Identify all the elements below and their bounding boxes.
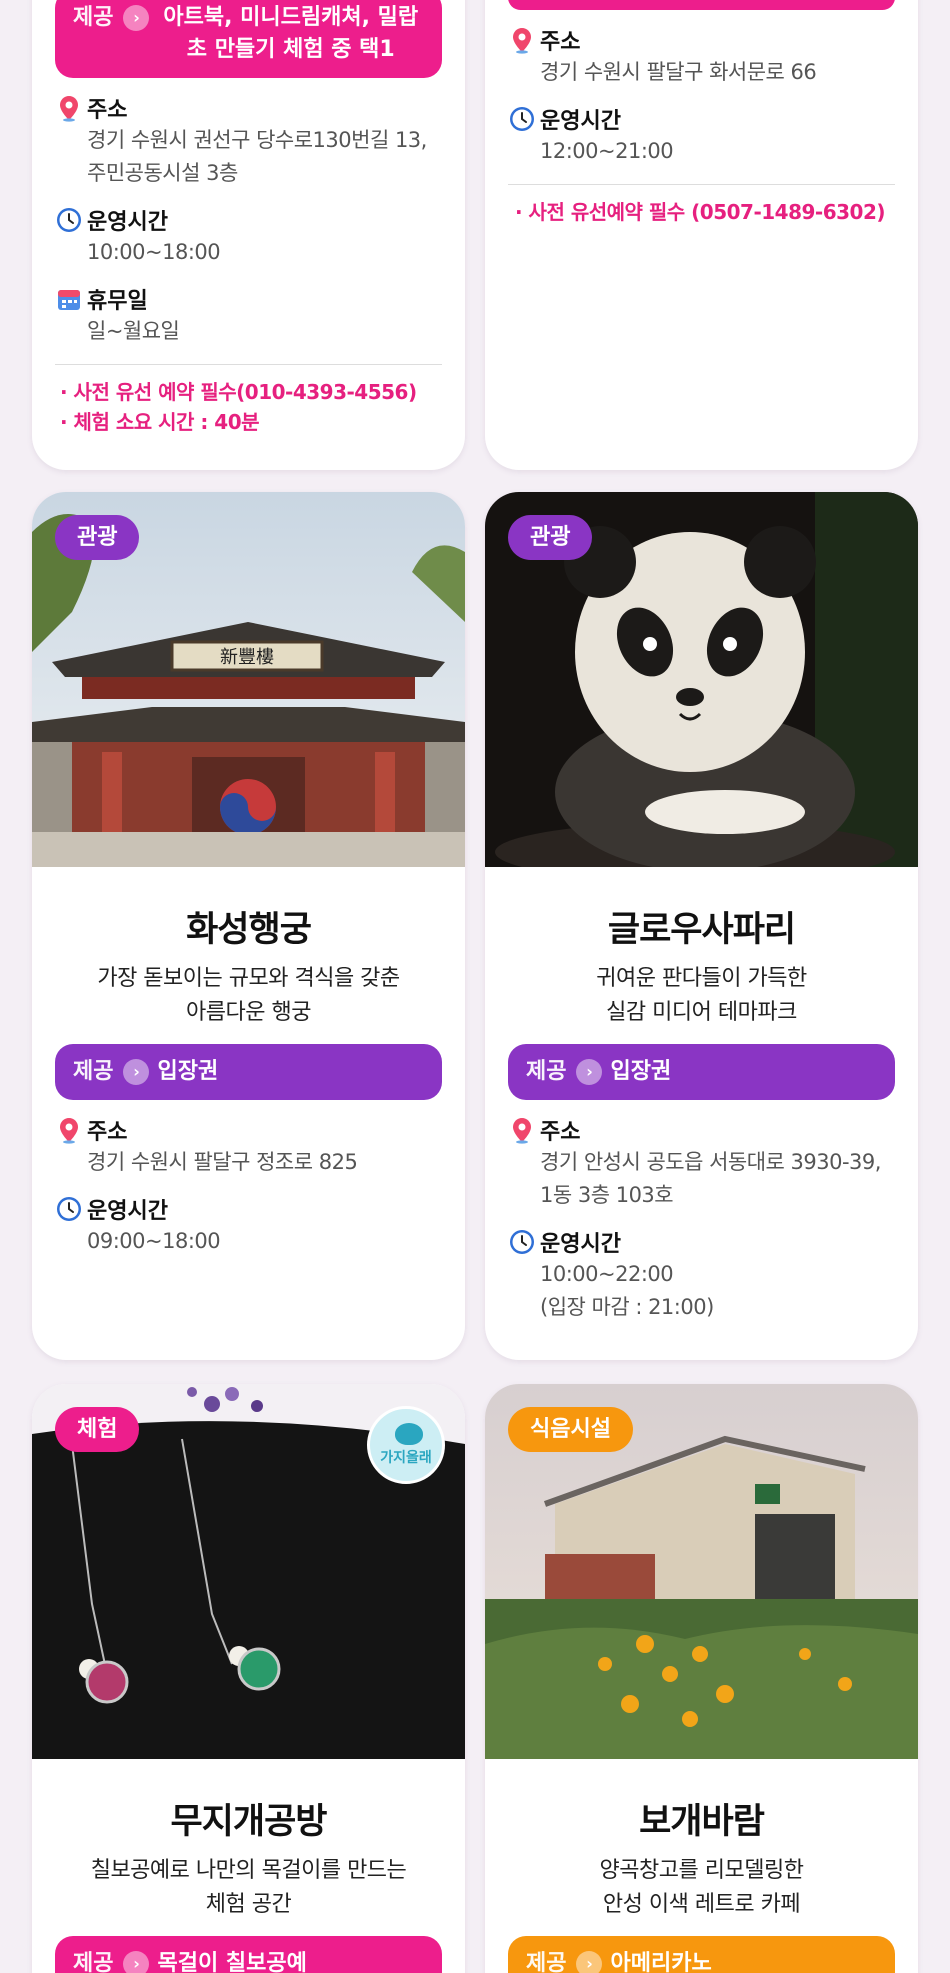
- provide-banner: 제공 › 아메리카노: [508, 1936, 895, 1973]
- hours-value: 10:00~22:00: [540, 1262, 674, 1286]
- desc-line1: 귀여운 판다들이 가득한: [596, 966, 807, 991]
- closed-label: 휴무일: [87, 289, 148, 314]
- hours-row: 운영시간 10:00~22:00 (입장 마감 : 21:00): [508, 1226, 895, 1324]
- clock-icon: [55, 1195, 83, 1223]
- address-row: 주소 경기 수원시 팔달구 정조로 825: [55, 1114, 442, 1179]
- clock-icon: [508, 1228, 536, 1256]
- address-value-line2: 1동 3층 103호: [540, 1183, 674, 1207]
- desc-line1: 칠보공예로 나만의 목걸이를 만드는: [90, 1858, 407, 1883]
- closed-value: 일~월요일: [87, 319, 180, 343]
- desc-line2: 안성 이색 레트로 카페: [602, 1892, 801, 1917]
- card-hwaseong-haenggung[interactable]: 新豐樓 관광 화성행궁 가장 돋보이는 규모와 격식을 갖춘 아름다운 행궁 제…: [32, 492, 465, 1360]
- address-row: 주소 경기 수원시 권선구 당수로130번길 13, 주민공동시설 3층: [55, 92, 442, 190]
- provide-banner: 제공 › 입장권: [508, 1044, 895, 1100]
- provide-value: 아트북, 미니드림캐쳐, 밀랍초 만들기 체험 중 택1: [163, 5, 419, 62]
- category-tag: 관광: [508, 515, 593, 560]
- place-title: 화성행궁: [186, 910, 312, 950]
- provide-value: 아메리카노: [610, 1951, 712, 1973]
- chevron-right-icon: ›: [576, 1951, 603, 1973]
- provide-label: 제공: [526, 1059, 567, 1084]
- provide-label: 제공: [73, 5, 114, 30]
- place-title: 무지개공방: [170, 1802, 327, 1842]
- chevron-right-icon: ›: [576, 1059, 603, 1085]
- clock-icon: [55, 206, 83, 234]
- note-reservation: · 사전 유선예약 필수 (0507-1489-6302): [515, 200, 886, 224]
- place-description: 귀여운 판다들이 가득한 실감 미디어 테마파크: [485, 962, 918, 1030]
- card-bogae-baram[interactable]: 식음시설 보개바람 양곡창고를 리모델링한 안성 이색 레트로 카페 제공 › …: [485, 1384, 918, 1973]
- card-mujigae-gongbang[interactable]: 체험 가지올래 무지개공방 칠보공예로 나만의 목걸이를 만드는 체험 공간 제…: [32, 1384, 465, 1973]
- panda-photo: 관광: [485, 492, 918, 867]
- provide-banner-edge: [508, 0, 895, 10]
- hours-value: 10:00~18:00: [87, 240, 221, 264]
- desc-line2: 아름다운 행궁: [186, 1000, 311, 1025]
- desc-line2: 체험 공간: [205, 1892, 292, 1917]
- place-title: 보개바람: [639, 1802, 765, 1842]
- chevron-right-icon: ›: [123, 1951, 150, 1973]
- location-pin-icon: [55, 94, 83, 122]
- address-row: 주소 경기 안성시 공도읍 서동대로 3930-39, 1동 3층 103호: [508, 1114, 895, 1212]
- necklace-photo: 체험 가지올래: [32, 1384, 465, 1759]
- card-hwaseo-cafe: 주소 경기 수원시 팔달구 화서문로 66 운영시간 12:00~21:00 ·…: [485, 0, 918, 470]
- place-description: 칠보공예로 나만의 목걸이를 만드는 체험 공간: [32, 1854, 465, 1922]
- place-description: 가장 돋보이는 규모와 격식을 갖춘 아름다운 행궁: [32, 962, 465, 1030]
- address-label: 주소: [87, 98, 128, 123]
- calendar-icon: [55, 285, 83, 313]
- hours-label: 운영시간: [87, 1199, 168, 1224]
- location-pin-icon: [55, 1116, 83, 1144]
- hours-label: 운영시간: [540, 109, 621, 134]
- provide-banner: 제공 › 목걸이 칠보공예: [55, 1936, 442, 1973]
- desc-line1: 양곡창고를 리모델링한: [599, 1858, 804, 1883]
- desc-line2: 실감 미디어 테마파크: [606, 1000, 797, 1025]
- location-pin-icon: [508, 26, 536, 54]
- address-value-line1: 경기 수원시 권선구 당수로130번길 13,: [87, 128, 427, 152]
- closed-row: 휴무일 일~월요일: [55, 283, 442, 348]
- category-tag: 체험: [55, 1407, 140, 1452]
- hours-row: 운영시간 12:00~21:00: [508, 103, 895, 168]
- hours-value: 09:00~18:00: [87, 1229, 221, 1253]
- logo-text: 가지올래: [380, 1450, 432, 1466]
- category-tag: 관광: [55, 515, 140, 560]
- note-reservation: · 사전 유선 예약 필수(010-4393-4556): [60, 380, 417, 404]
- provide-value: 목걸이 칠보공예: [157, 1951, 307, 1973]
- gajiolle-logo: 가지올래: [367, 1406, 445, 1484]
- address-label: 주소: [540, 30, 581, 55]
- address-value: 경기 수원시 팔달구 정조로 825: [87, 1150, 358, 1174]
- haenggung-photo: 新豐樓 관광: [32, 492, 465, 867]
- address-value-line1: 경기 안성시 공도읍 서동대로 3930-39,: [540, 1150, 881, 1174]
- card-craft-workshop: 제공 › 아트북, 미니드림캐쳐, 밀랍초 만들기 체험 중 택1 주소 경기 …: [32, 0, 465, 470]
- hours-last-entry: (입장 마감 : 21:00): [540, 1295, 714, 1319]
- clock-icon: [508, 105, 536, 133]
- hours-label: 운영시간: [87, 210, 168, 235]
- chevron-right-icon: ›: [123, 1059, 150, 1085]
- provide-banner: 제공 › 아트북, 미니드림캐쳐, 밀랍초 만들기 체험 중 택1: [55, 0, 442, 78]
- provide-label: 제공: [526, 1951, 567, 1973]
- provide-value: 입장권: [157, 1059, 219, 1084]
- category-tag: 식음시설: [508, 1407, 633, 1452]
- provide-banner: 제공 › 입장권: [55, 1044, 442, 1100]
- card-glow-safari[interactable]: 관광 글로우사파리 귀여운 판다들이 가득한 실감 미디어 테마파크 제공 › …: [485, 492, 918, 1360]
- place-description: 양곡창고를 리모델링한 안성 이색 레트로 카페: [485, 1854, 918, 1922]
- note-duration: · 체험 소요 시간 : 40분: [60, 410, 260, 434]
- hours-row: 운영시간 09:00~18:00: [55, 1193, 442, 1258]
- address-label: 주소: [87, 1120, 128, 1145]
- address-value: 경기 수원시 팔달구 화서문로 66: [540, 60, 817, 84]
- haenggung-sign-text: 新豐樓: [220, 647, 274, 668]
- chevron-right-icon: ›: [123, 5, 150, 31]
- address-value-line2: 주민공동시설 3층: [87, 161, 238, 185]
- desc-line1: 가장 돋보이는 규모와 격식을 갖춘: [97, 966, 400, 991]
- location-pin-icon: [508, 1116, 536, 1144]
- provide-label: 제공: [73, 1951, 114, 1973]
- hours-label: 운영시간: [540, 1232, 621, 1257]
- provide-value: 입장권: [610, 1059, 672, 1084]
- hours-row: 운영시간 10:00~18:00: [55, 204, 442, 269]
- place-title: 글로우사파리: [607, 910, 796, 950]
- address-row: 주소 경기 수원시 팔달구 화서문로 66: [508, 24, 895, 89]
- cafe-photo: 식음시설: [485, 1384, 918, 1759]
- provide-label: 제공: [73, 1059, 114, 1084]
- address-label: 주소: [540, 1120, 581, 1145]
- hours-value: 12:00~21:00: [540, 139, 674, 163]
